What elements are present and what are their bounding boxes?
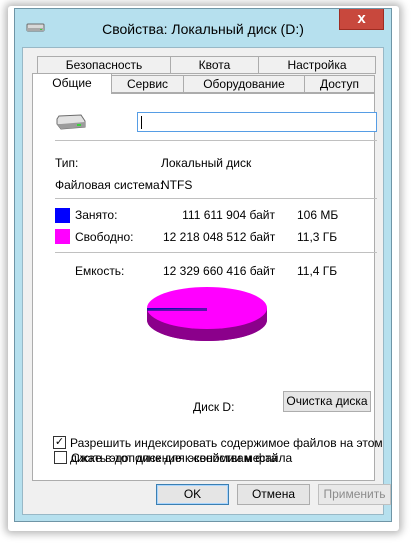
index-label-line1[interactable]: Разрешить индексировать содержимое файло…	[70, 436, 383, 450]
type-value: Локальный диск	[161, 156, 252, 170]
dialog-client: Безопасность Квота Настройка Общие Серви…	[22, 47, 391, 515]
fs-label: Файловая система:	[55, 178, 164, 192]
free-bytes: 12 218 048 512 байт	[163, 230, 276, 244]
tab-general[interactable]: Общие	[32, 73, 112, 94]
used-label: Занято:	[75, 208, 118, 222]
free-size: 11,3 ГБ	[297, 230, 338, 244]
ok-button[interactable]: OK	[156, 484, 229, 505]
disk-usage-pie-chart	[147, 287, 267, 341]
capacity-label: Емкость:	[75, 264, 125, 278]
title-bar[interactable]: Свойства: Локальный диск (D:) x	[15, 9, 391, 47]
fs-value: NTFS	[161, 178, 193, 192]
drive-name-input[interactable]	[137, 112, 377, 132]
separator	[55, 252, 377, 253]
type-label: Тип:	[55, 156, 79, 170]
free-label: Свободно:	[75, 230, 134, 244]
tab-hardware[interactable]: Оборудование	[183, 75, 305, 93]
index-label-line2[interactable]: диске в дополнение к свойствам файла	[70, 451, 292, 465]
tab-customize[interactable]: Настройка	[258, 56, 376, 74]
separator	[55, 198, 377, 199]
disk-cleanup-button[interactable]: Очистка диска	[283, 391, 371, 412]
drive-large-icon	[56, 114, 86, 130]
index-checkbox[interactable]: ✓	[53, 436, 66, 449]
pie-used-edge	[147, 308, 207, 311]
tab-quota[interactable]: Квота	[170, 56, 259, 74]
close-button[interactable]: x	[339, 9, 384, 30]
text-caret	[141, 116, 142, 129]
tab-tools[interactable]: Сервис	[111, 75, 184, 93]
capacity-size: 11,4 ГБ	[297, 264, 338, 278]
capacity-bytes: 12 329 660 416 байт	[163, 264, 276, 278]
tab-security[interactable]: Безопасность	[37, 56, 171, 74]
used-bytes: 111 611 904 байт	[182, 208, 275, 222]
general-panel: Тип: Локальный диск Файловая система: NT…	[32, 93, 377, 481]
tab-sharing[interactable]: Доступ	[304, 75, 375, 93]
apply-button[interactable]: Применить	[318, 484, 391, 505]
properties-window: Свойства: Локальный диск (D:) x Безопасн…	[14, 8, 392, 522]
used-color-swatch	[55, 208, 70, 223]
free-color-swatch	[55, 229, 70, 244]
compress-checkbox[interactable]	[54, 451, 67, 464]
cancel-button[interactable]: Отмена	[237, 484, 310, 505]
separator	[55, 140, 377, 141]
used-size: 106 МБ	[297, 208, 339, 222]
disk-label: Диск D:	[193, 400, 235, 414]
window-title: Свойства: Локальный диск (D:)	[102, 21, 304, 37]
